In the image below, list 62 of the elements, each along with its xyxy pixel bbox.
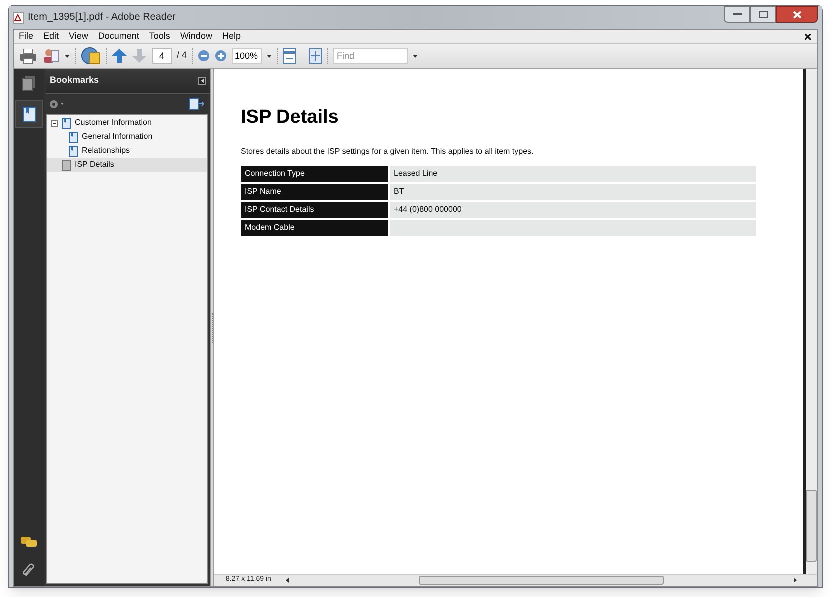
table-cell: ISP Contact Details (241, 202, 388, 218)
maximize-button[interactable] (750, 6, 776, 23)
caret-icon[interactable] (413, 54, 418, 58)
close-icon (792, 10, 802, 18)
minimize-icon (732, 13, 742, 16)
fit-page-icon[interactable] (309, 48, 322, 64)
caret-icon[interactable] (65, 54, 70, 58)
table-cell: ISP Name (241, 184, 388, 200)
collapse-icon[interactable] (51, 120, 58, 126)
pdf-file-icon (13, 12, 24, 24)
maximize-icon (758, 11, 768, 18)
zoom-field[interactable]: 100% (232, 48, 262, 64)
close-button[interactable] (776, 6, 818, 23)
page-total: / 4 (177, 49, 188, 62)
table-cell: BT (390, 184, 756, 200)
bookmark-icon (62, 118, 71, 128)
comments-icon[interactable] (21, 537, 37, 549)
bookmark-item[interactable]: ISP Details (47, 158, 207, 172)
bookmark-icon (62, 160, 71, 170)
zoom-out-icon[interactable] (198, 50, 210, 62)
bookmark-page-icon (22, 106, 36, 122)
pages-icon[interactable] (22, 76, 36, 92)
scroll-thumb[interactable] (806, 490, 817, 562)
vertical-scrollbar[interactable] (803, 69, 817, 574)
menu-item[interactable]: Window (180, 30, 212, 44)
panel-menu-button[interactable] (198, 77, 206, 85)
menu-item[interactable]: Tools (149, 30, 170, 44)
bookmark-item[interactable]: General Information (47, 130, 207, 144)
page-number-field[interactable]: 4 (152, 48, 172, 64)
minimize-button[interactable] (724, 6, 750, 23)
menu-item[interactable]: Edit (44, 30, 60, 44)
bookmark-icon (69, 132, 78, 142)
caret-icon[interactable] (267, 54, 272, 58)
menu-item[interactable]: File (19, 30, 34, 44)
scroll-left-icon[interactable] (286, 578, 289, 583)
table-cell: Connection Type (241, 166, 388, 182)
fit-width-icon[interactable] (283, 48, 296, 64)
bookmark-icon (69, 146, 78, 156)
menu-item[interactable]: Help (222, 30, 241, 44)
scroll-right-icon[interactable] (794, 578, 797, 583)
find-field[interactable]: Find (333, 48, 408, 64)
bookmarks-tab[interactable] (15, 100, 43, 128)
print-icon[interactable] (20, 48, 37, 64)
bookmark-item[interactable]: Relationships (47, 144, 207, 158)
paperclip-icon[interactable] (23, 563, 35, 577)
document-description: Stores details about the ISP settings for a given item. This applies to all item types. (241, 146, 535, 158)
document-heading: ISP Details (241, 106, 340, 130)
splitter-handle[interactable] (210, 69, 214, 586)
panel-title: Bookmarks (50, 74, 100, 88)
close-icon[interactable] (805, 34, 811, 40)
bookmark-item[interactable]: Customer Information (47, 116, 207, 130)
left-arrow-icon (200, 79, 204, 83)
table-cell: Modem Cable (241, 220, 388, 236)
horizontal-scroll-thumb[interactable] (419, 576, 664, 585)
table-cell: +44 (0)800 000000 (390, 202, 756, 218)
window-title: Item_1395[1].pdf - Adobe Reader (28, 11, 176, 25)
zoom-in-icon[interactable] (215, 50, 228, 62)
menu-item[interactable]: View (69, 30, 88, 44)
menu-item[interactable]: Document (98, 30, 140, 44)
table-cell: Leased Line (390, 166, 756, 182)
new-bookmark-icon[interactable] (189, 98, 204, 110)
up-arrow-icon[interactable] (112, 49, 127, 63)
